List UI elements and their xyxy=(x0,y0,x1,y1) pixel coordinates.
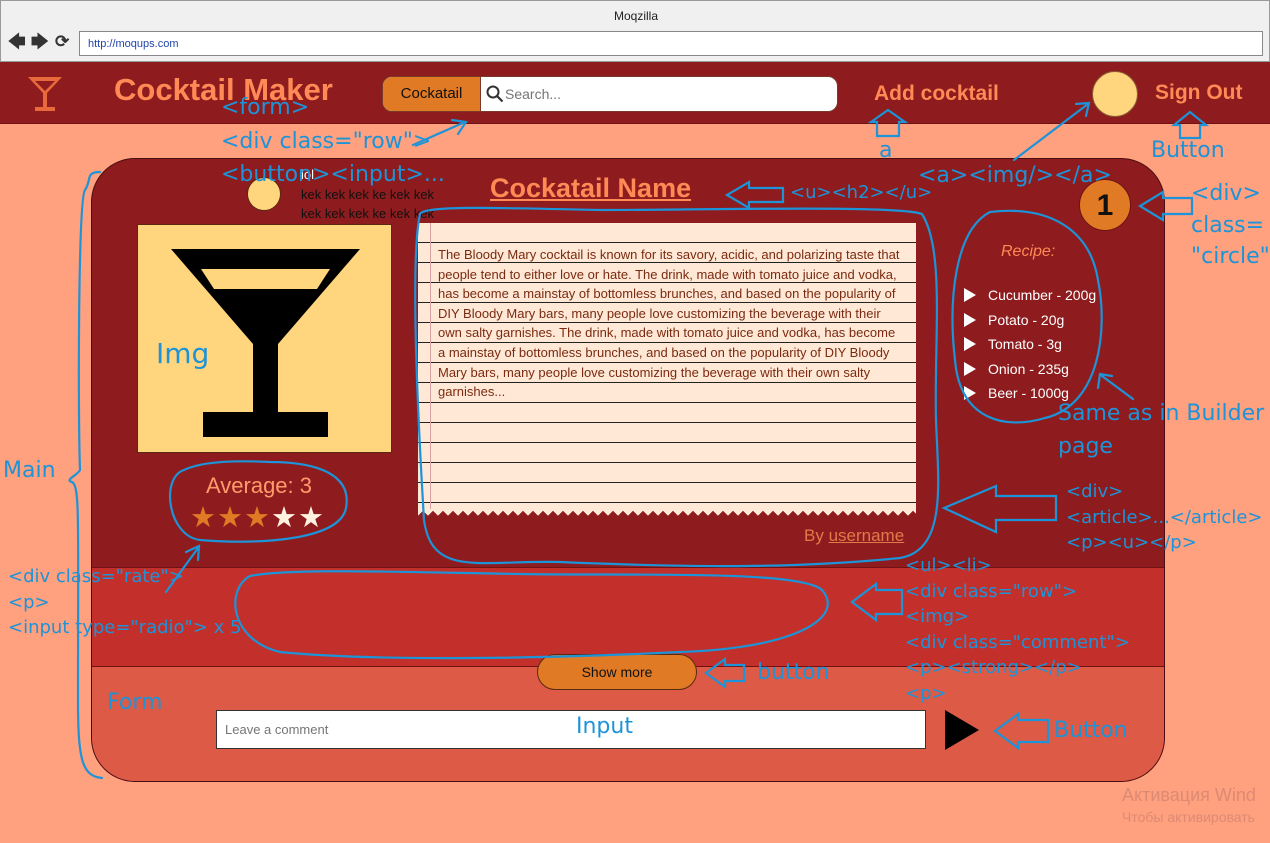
activation-watermark-sub: Чтобы активировать xyxy=(1122,809,1255,825)
annotation-h2: <u><h2></u> xyxy=(790,182,933,203)
comment-text-line: kek kek kek ke kek kek xyxy=(301,187,434,202)
cocktail-glass-icon[interactable] xyxy=(26,74,64,114)
recipe-item-label: Onion - 235g xyxy=(988,360,1069,377)
annotation-input: Input xyxy=(576,714,633,739)
rating-stars[interactable]: ★★★★★ xyxy=(190,503,325,533)
annotation-line: class= xyxy=(1191,212,1265,238)
user-avatar[interactable] xyxy=(1092,71,1138,117)
send-icon[interactable] xyxy=(945,710,979,750)
article-margin-line xyxy=(430,223,431,511)
play-triangle-icon xyxy=(964,288,976,302)
annotation-line: <input type="radio"> x 5 xyxy=(8,617,242,638)
article-text: The Bloody Mary cocktail is known for it… xyxy=(438,247,900,400)
annotation-line: <p> xyxy=(905,682,947,704)
recipe-item-label: Cucumber - 200g xyxy=(988,287,1097,303)
rating-star[interactable]: ★ xyxy=(244,502,271,534)
back-arrow-icon[interactable]: 🡄 xyxy=(8,33,26,51)
add-cocktail-link[interactable]: Add cocktail xyxy=(874,82,999,106)
reload-icon[interactable]: ⟳ xyxy=(55,33,69,51)
comment-text-line: kek kek kek ke kek kek xyxy=(301,206,434,221)
search-icon xyxy=(486,85,504,103)
recipe-item-label: Tomato - 3g xyxy=(988,336,1062,352)
recipe-item: Onion - 235g xyxy=(964,357,1096,382)
annotation-form-label: Form xyxy=(107,690,163,715)
forward-arrow-icon[interactable]: 🡆 xyxy=(31,33,49,51)
annotation-img: Img xyxy=(156,337,210,370)
comment-input[interactable] xyxy=(216,710,926,749)
annotation-line: <p> xyxy=(8,591,50,613)
cocktail-name-heading: Cockatail Name xyxy=(490,173,692,203)
app-header: Cocktail Maker Cockatail Add cocktail Si… xyxy=(0,62,1270,124)
annotation-line: "circle" xyxy=(1191,244,1270,269)
activation-watermark: Активация Wind xyxy=(1122,785,1256,805)
byline-prefix: By xyxy=(804,526,824,545)
annotation-main: Main xyxy=(3,458,56,483)
article-torn-edge xyxy=(418,509,916,517)
annotation-line: <div class="comment"> xyxy=(905,631,1130,653)
annotation-button-show: button xyxy=(757,660,830,685)
annotation-line: Same as in Builder xyxy=(1058,401,1265,426)
annotation-builder: Same as in Builder page xyxy=(1058,400,1264,460)
show-more-button[interactable]: Show more xyxy=(537,654,697,690)
annotation-line: <div> xyxy=(1191,181,1261,206)
rating-star[interactable]: ★ xyxy=(190,502,217,534)
annotation-line: <div> xyxy=(1066,481,1124,502)
recipe-item: Tomato - 3g xyxy=(964,332,1096,357)
window-title: Moqzilla xyxy=(613,9,658,23)
annotation-a-img: <a><img/></a> xyxy=(918,163,1112,188)
annotation-article: <div> <article>...</article> <p><u></p> xyxy=(1066,481,1262,555)
recipe-item-label: Beer - 1000g xyxy=(988,385,1069,401)
annotation-line: <p><u></p> xyxy=(1066,532,1197,553)
rating-star[interactable]: ★ xyxy=(217,502,244,534)
annotation-button-signout: Button xyxy=(1151,138,1225,163)
rating-star[interactable]: ★ xyxy=(298,502,325,534)
browser-chrome: Moqzilla 🡄 🡆 ⟳ http://moqups.com xyxy=(0,0,1270,62)
play-triangle-icon xyxy=(964,312,976,327)
annotation-line: <div class="row"> xyxy=(905,580,1078,602)
recipe-item-label: Potato - 20g xyxy=(988,311,1065,328)
annotation-line: <div class="rate"> xyxy=(8,566,184,587)
annotation-line: <div class="row"> xyxy=(221,128,432,154)
annotation-a: a xyxy=(879,138,893,163)
recipe-item: Potato - 20g xyxy=(964,308,1096,333)
recipe-title: Recipe: xyxy=(1001,243,1056,260)
annotation-line: <form> xyxy=(221,95,310,120)
rating-star[interactable]: ★ xyxy=(271,502,298,534)
annotation-line: <ul><li> xyxy=(905,555,992,576)
cocktail-article: The Bloody Mary cocktail is known for it… xyxy=(418,223,916,511)
recipe-item: Cucumber - 200g xyxy=(964,283,1096,308)
search-input[interactable] xyxy=(505,83,825,105)
average-rating: Average: 3 xyxy=(206,473,313,498)
annotation-comment: <ul><li> <div class="row"> <img> <div cl… xyxy=(905,555,1130,705)
annotation-line: <button><input>... xyxy=(221,162,445,187)
sign-out-button[interactable]: Sign Out xyxy=(1155,81,1243,105)
annotation-form: <form> <div class="row"> <button><input>… xyxy=(221,94,445,189)
annotation-line: <article>...</article> xyxy=(1066,506,1263,528)
annotation-button-send: Button xyxy=(1054,718,1128,743)
url-bar[interactable]: http://moqups.com xyxy=(79,31,1263,56)
annotation-line: <p><strong></p> xyxy=(905,657,1082,678)
byline-username-link[interactable]: username xyxy=(829,526,905,545)
recipe-list: Cucumber - 200g Potato - 20g Tomato - 3g On… xyxy=(964,283,1096,406)
annotation-line: page xyxy=(1058,433,1113,459)
search-form: Cockatail xyxy=(382,76,838,112)
play-triangle-icon xyxy=(964,361,976,376)
annotation-circle: <div> class= "circle" xyxy=(1191,180,1270,271)
annotation-line: <img> xyxy=(905,606,970,627)
play-triangle-icon xyxy=(964,337,976,351)
annotation-rate: <div class="rate"> <p> <input type="radi… xyxy=(8,566,241,640)
play-triangle-icon xyxy=(964,386,976,400)
article-byline: By username xyxy=(804,526,904,546)
